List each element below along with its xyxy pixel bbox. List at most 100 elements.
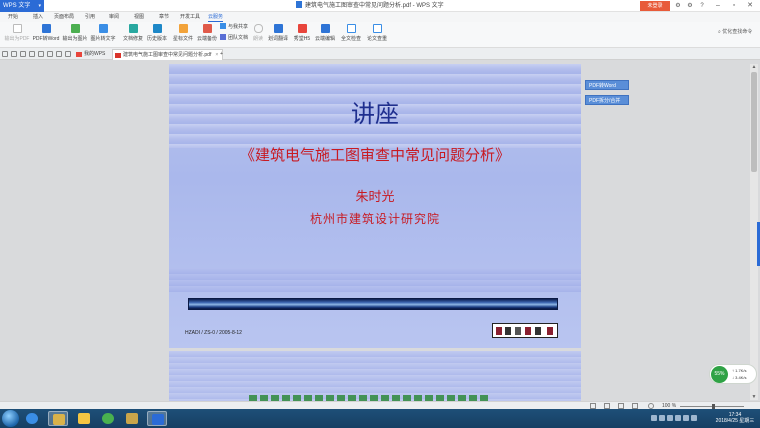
- ocr-icon: [98, 24, 108, 33]
- network-speed-widget[interactable]: 55% ↑ 1.7K/s ↓ 3.4K/s: [709, 364, 757, 384]
- window-title: 建筑电气施工图审查中常见问题分析.pdf - WPS 文字: [296, 0, 444, 12]
- start-button[interactable]: [2, 410, 19, 427]
- restore-icon[interactable]: ▫: [728, 0, 740, 12]
- status-bar: 100 %: [0, 401, 760, 409]
- taskbar-explorer[interactable]: [48, 411, 68, 426]
- undo-icon[interactable]: [47, 51, 53, 57]
- full-check-button[interactable]: 全文检查: [340, 24, 362, 42]
- menu-insert[interactable]: 插入: [33, 12, 43, 22]
- cloud-edit-icon: [320, 24, 330, 33]
- menu-bar: 开始 插入 页面布局 引用 审阅 视图 章节 开发工具 云服务: [0, 12, 760, 22]
- repair-icon: [128, 24, 138, 33]
- print-icon[interactable]: [29, 51, 35, 57]
- tray-icon[interactable]: [651, 415, 657, 421]
- taskbar-ie[interactable]: [22, 411, 42, 426]
- wps-menu-label: WPS 文字: [3, 3, 31, 9]
- redo-icon[interactable]: [56, 51, 62, 57]
- microphone-icon: [253, 24, 263, 33]
- minimize-icon[interactable]: –: [712, 0, 724, 12]
- doc-repair-label: 文档修复: [122, 36, 143, 42]
- history-label: 历史版本: [146, 36, 167, 42]
- menu-review[interactable]: 审阅: [109, 12, 119, 22]
- side-pdf-split-button[interactable]: PDF拆分/合并: [585, 95, 629, 105]
- taskbar-wps[interactable]: [147, 411, 167, 426]
- pdf-to-word-button[interactable]: PDF转Word: [32, 24, 60, 42]
- translate-label: 划词翻译: [268, 36, 289, 42]
- scrollbar-thumb[interactable]: [751, 72, 757, 172]
- tray-icon[interactable]: [659, 415, 665, 421]
- taskbar-notes[interactable]: [74, 411, 94, 426]
- ie-icon: [26, 413, 38, 424]
- tray-icon[interactable]: [667, 415, 673, 421]
- paper-check-button[interactable]: 论文查重: [366, 24, 388, 42]
- new-tab-button[interactable]: +: [216, 49, 227, 60]
- image-to-text-button[interactable]: 图片转文字: [90, 24, 116, 42]
- cloud-backup-button[interactable]: 云端备份: [196, 24, 218, 42]
- login-button[interactable]: 未登录: [640, 1, 670, 11]
- menu-view[interactable]: 视图: [134, 12, 144, 22]
- history-button[interactable]: 历史版本: [146, 24, 168, 42]
- wps-menu-button[interactable]: WPS 文字 ▾: [0, 0, 44, 12]
- menu-chapter[interactable]: 章节: [159, 12, 169, 22]
- export-image-button[interactable]: 输出为图片: [62, 24, 88, 42]
- title-bar: WPS 文字 ▾ 建筑电气施工图审查中常见问题分析.pdf - WPS 文字 未…: [0, 0, 760, 12]
- system-tray: [650, 411, 710, 426]
- slide-footer-pattern: [169, 268, 581, 292]
- side-pdf-to-word-button[interactable]: PDF转Word: [585, 80, 629, 90]
- help-icon[interactable]: ?: [696, 0, 708, 12]
- export-pdf-button[interactable]: 输出为PDF: [4, 24, 30, 42]
- star-file-label: 星标文件: [172, 36, 193, 42]
- command-search[interactable]: ⌕ 优化查找命令: [718, 28, 752, 35]
- scroll-up-icon[interactable]: ▲: [750, 64, 758, 70]
- taskbar-360[interactable]: [98, 411, 118, 426]
- volume-icon[interactable]: [683, 415, 689, 421]
- check-icon: [346, 24, 356, 33]
- pdf-to-word-label: PDF转Word: [32, 36, 60, 42]
- share-button[interactable]: 与我共享: [220, 23, 248, 31]
- pdf-page-2: [169, 351, 581, 403]
- close-icon[interactable]: ✕: [744, 0, 756, 12]
- cloud-edit-label: 云端编辑: [314, 36, 335, 42]
- speech-label: 朗读: [252, 36, 263, 42]
- paper-check-label: 论文查重: [366, 36, 387, 42]
- open-file-icon[interactable]: [11, 51, 17, 57]
- cloud-icon: [202, 24, 212, 33]
- windows-taskbar: 17:34 2018/4/25 星期三: [0, 409, 760, 428]
- tab-document[interactable]: 建筑电气施工图审查中常见问题分析.pdf ×: [112, 49, 224, 60]
- cloud-edit-button[interactable]: 云端编辑: [314, 24, 336, 42]
- h5-label: 秀堂H5: [293, 36, 311, 42]
- scroll-down-icon[interactable]: ▼: [750, 394, 758, 400]
- settings-icon[interactable]: ⚙: [684, 0, 696, 12]
- h5-icon: [297, 24, 307, 33]
- save-icon[interactable]: [20, 51, 26, 57]
- tab-my-wps[interactable]: 我的WPS: [74, 49, 109, 60]
- export-pdf-label: 输出为PDF: [4, 36, 30, 42]
- menu-references[interactable]: 引用: [85, 12, 95, 22]
- star-file-button[interactable]: 星标文件: [172, 24, 194, 42]
- slide-decorative-band: [188, 298, 558, 310]
- menu-home[interactable]: 开始: [8, 12, 18, 22]
- notes-icon: [78, 413, 90, 424]
- network-icon[interactable]: [691, 415, 697, 421]
- tray-icon[interactable]: [675, 415, 681, 421]
- new-file-icon[interactable]: [2, 51, 8, 57]
- system-clock[interactable]: 17:34 2018/4/25 星期三: [712, 412, 758, 424]
- word-icon: [41, 24, 51, 33]
- team-docs-button[interactable]: 团队文档: [220, 34, 248, 42]
- menu-cloud-service[interactable]: 云服务: [208, 12, 224, 22]
- logo-mark: [525, 327, 531, 335]
- menu-page-layout[interactable]: 页面布局: [54, 12, 74, 22]
- ribbon: 输出为PDF PDF转Word 输出为图片 图片转文字 文档修复 历史版本 星标…: [0, 22, 760, 48]
- preview-icon[interactable]: [38, 51, 44, 57]
- pdf-icon: [115, 53, 121, 58]
- doc-repair-button[interactable]: 文档修复: [122, 24, 144, 42]
- taskbar-files[interactable]: [122, 411, 142, 426]
- window-title-text: 建筑电气施工图审查中常见问题分析.pdf - WPS 文字: [305, 3, 444, 9]
- skin-icon[interactable]: ⚙: [672, 0, 684, 12]
- more-icon[interactable]: [65, 51, 71, 57]
- menu-developer[interactable]: 开发工具: [180, 12, 200, 22]
- h5-button[interactable]: 秀堂H5: [292, 24, 312, 42]
- speech-button[interactable]: 朗读: [250, 24, 266, 42]
- translate-button[interactable]: 划词翻译: [268, 24, 288, 42]
- logo-mark: [515, 327, 521, 335]
